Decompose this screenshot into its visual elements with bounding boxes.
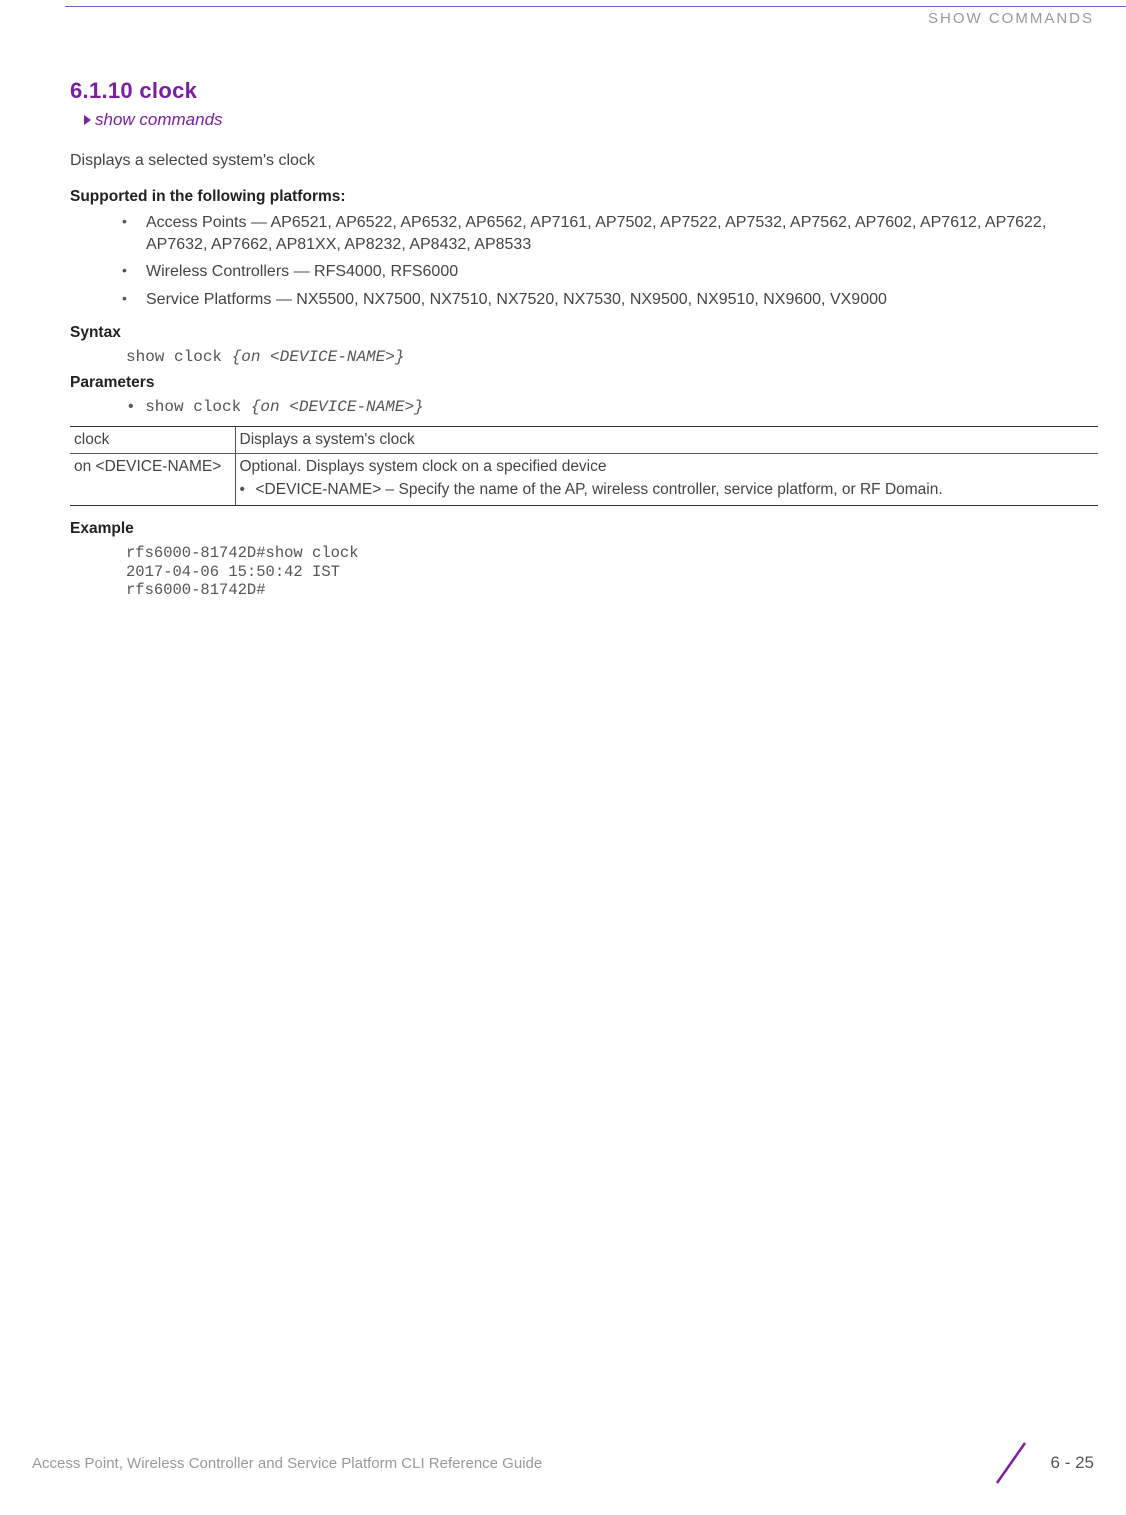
footer-right: 6 - 25 bbox=[989, 1439, 1094, 1487]
syntax-plain: show clock bbox=[126, 348, 232, 366]
param-bullet-plain: • show clock bbox=[126, 398, 251, 416]
arrow-right-icon bbox=[84, 115, 91, 125]
param-desc-cell: Optional. Displays system clock on a spe… bbox=[235, 454, 1098, 506]
page: SHOW COMMANDS 6.1.10 clock show commands… bbox=[0, 0, 1126, 1515]
example-heading: Example bbox=[70, 520, 1098, 538]
param-bullet-italic: {on <DEVICE-NAME>} bbox=[251, 398, 424, 416]
parameters-bullet: • show clock {on <DEVICE-NAME>} bbox=[126, 398, 1098, 416]
parameters-heading: Parameters bbox=[70, 374, 1098, 392]
list-item: Service Platforms — NX5500, NX7500, NX75… bbox=[122, 289, 1098, 311]
page-footer: Access Point, Wireless Controller and Se… bbox=[32, 1439, 1094, 1487]
running-header: SHOW COMMANDS bbox=[928, 10, 1094, 27]
footer-slash-icon bbox=[989, 1439, 1033, 1487]
platforms-heading: Supported in the following platforms: bbox=[70, 188, 1098, 206]
param-name-cell: on <DEVICE-NAME> bbox=[70, 454, 235, 506]
list-item: Access Points — AP6521, AP6522, AP6532, … bbox=[122, 212, 1098, 255]
syntax-code: show clock {on <DEVICE-NAME>} bbox=[126, 348, 1098, 366]
platforms-list: Access Points — AP6521, AP6522, AP6532, … bbox=[122, 212, 1098, 310]
table-row: on <DEVICE-NAME> Optional. Displays syst… bbox=[70, 454, 1098, 506]
list-item: Wireless Controllers — RFS4000, RFS6000 bbox=[122, 261, 1098, 283]
param-name-cell: clock bbox=[70, 427, 235, 454]
header-rule bbox=[65, 6, 1126, 7]
param-sublist: <DEVICE-NAME> – Specify the name of the … bbox=[240, 480, 1091, 501]
example-code: rfs6000-81742D#show clock 2017-04-06 15:… bbox=[126, 544, 1098, 600]
param-subitem: <DEVICE-NAME> – Specify the name of the … bbox=[240, 480, 1091, 501]
section-heading: 6.1.10 clock bbox=[70, 78, 1098, 104]
param-desc-cell: Displays a system's clock bbox=[235, 427, 1098, 454]
table-row: clock Displays a system's clock bbox=[70, 427, 1098, 454]
breadcrumb-link[interactable]: show commands bbox=[84, 110, 1098, 130]
param-desc-text: Optional. Displays system clock on a spe… bbox=[240, 458, 607, 475]
main-content: 6.1.10 clock show commands Displays a se… bbox=[70, 78, 1098, 600]
footer-title: Access Point, Wireless Controller and Se… bbox=[32, 1455, 542, 1472]
syntax-heading: Syntax bbox=[70, 324, 1098, 342]
syntax-italic: {on <DEVICE-NAME>} bbox=[232, 348, 405, 366]
section-description: Displays a selected system's clock bbox=[70, 152, 1098, 170]
parameters-table: clock Displays a system's clock on <DEVI… bbox=[70, 426, 1098, 506]
breadcrumb-text: show commands bbox=[95, 110, 223, 130]
page-number: 6 - 25 bbox=[1051, 1453, 1094, 1473]
